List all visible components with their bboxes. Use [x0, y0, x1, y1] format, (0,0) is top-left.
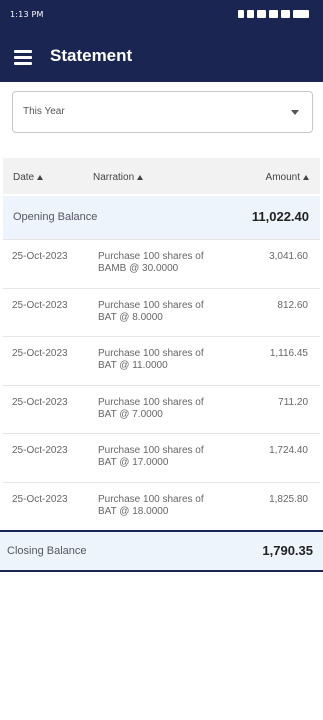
row-amount: 711.20	[278, 396, 308, 408]
transaction-list: 25-Oct-2023 Purchase 100 shares of BAMB …	[3, 240, 320, 531]
status-time: 1:13 PM	[10, 10, 44, 19]
row-date: 25-Oct-2023	[12, 348, 68, 359]
row-narration: Purchase 100 shares of BAT @ 17.0000	[98, 445, 204, 468]
chevron-down-icon	[291, 110, 299, 115]
table-row[interactable]: 25-Oct-2023 Purchase 100 shares of BAT @…	[3, 385, 320, 434]
table-header: Date Narration Amount	[3, 158, 320, 194]
app-bar: Statement	[0, 32, 323, 82]
table-row[interactable]: 25-Oct-2023 Purchase 100 shares of BAT @…	[3, 337, 320, 386]
opening-balance-row: Opening Balance 11,022.40	[3, 196, 320, 240]
row-amount: 3,041.60	[269, 251, 308, 262]
column-header-amount[interactable]: Amount	[266, 172, 309, 183]
row-date: 25-Oct-2023	[12, 493, 68, 505]
menu-icon[interactable]	[14, 49, 34, 65]
row-narration: Purchase 100 shares of BAMB @ 30.0000	[98, 251, 204, 274]
sort-ascending-icon	[37, 175, 44, 180]
row-narration: Purchase 100 shares of BAT @ 8.0000	[98, 299, 204, 323]
battery-icon	[293, 10, 309, 18]
alarm-icon	[247, 10, 254, 18]
closing-balance-row: Closing Balance 1,790.35	[0, 530, 323, 572]
shield-icon	[238, 10, 244, 18]
row-narration: Purchase 100 shares of BAT @ 7.0000	[98, 396, 204, 420]
page-title: Statement	[50, 46, 133, 65]
status-bar: 1:13 PM	[0, 0, 323, 32]
opening-balance-label: Opening Balance	[13, 211, 98, 223]
row-amount: 1,825.80	[269, 493, 308, 505]
period-select-value: This Year	[23, 106, 65, 117]
row-narration: Purchase 100 shares of BAT @ 18.0000	[98, 493, 204, 517]
opening-balance-amount: 11,022.40	[251, 209, 309, 224]
sort-ascending-icon	[137, 175, 144, 180]
closing-balance-amount: 1,790.35	[262, 543, 313, 558]
signal-icon	[257, 10, 266, 18]
column-header-narration-label: Narration	[93, 172, 135, 183]
table-row[interactable]: 25-Oct-2023 Purchase 100 shares of BAT @…	[3, 288, 320, 337]
row-amount: 812.60	[277, 299, 308, 311]
row-date: 25-Oct-2023	[12, 445, 68, 456]
table-row[interactable]: 25-Oct-2023 Purchase 100 shares of BAT @…	[3, 482, 320, 531]
status-icons	[238, 10, 309, 18]
row-date: 25-Oct-2023	[12, 396, 68, 408]
column-header-narration[interactable]: Narration	[93, 172, 144, 183]
row-amount: 1,116.45	[269, 348, 308, 359]
sort-ascending-icon	[303, 175, 309, 180]
row-amount: 1,724.40	[269, 445, 308, 456]
row-narration: Purchase 100 shares of BAT @ 11.0000	[98, 348, 204, 371]
network-icon	[269, 10, 278, 18]
table-row[interactable]: 25-Oct-2023 Purchase 100 shares of BAT @…	[3, 434, 320, 483]
period-select[interactable]: This Year	[12, 91, 313, 133]
wifi-icon	[281, 10, 290, 18]
column-header-date[interactable]: Date	[13, 172, 44, 183]
row-date: 25-Oct-2023	[12, 299, 68, 311]
column-header-date-label: Date	[13, 172, 35, 183]
column-header-amount-label: Amount	[265, 172, 300, 183]
closing-balance-label: Closing Balance	[7, 545, 87, 557]
table-row[interactable]: 25-Oct-2023 Purchase 100 shares of BAMB …	[3, 240, 320, 289]
row-date: 25-Oct-2023	[12, 251, 68, 262]
